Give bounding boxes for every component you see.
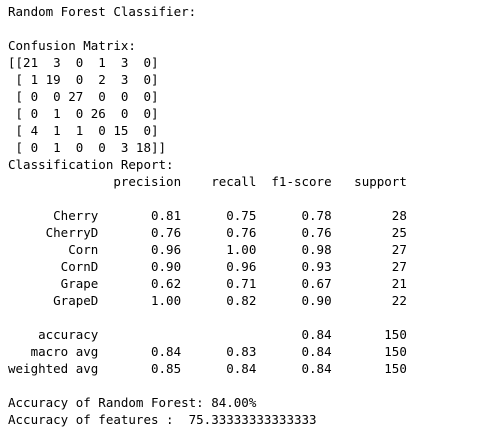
report-header-row: precision recall f1-score support <box>8 174 407 189</box>
report-class-row: Cherry 0.81 0.75 0.78 28 <box>8 208 407 223</box>
confusion-matrix-row: [ 1 19 0 2 3 0] <box>8 72 159 87</box>
confusion-matrix-row: [ 0 0 27 0 0 0] <box>8 89 159 104</box>
output-title: Random Forest Classifier: <box>8 4 197 19</box>
confusion-matrix-row: [ 4 1 1 0 15 0] <box>8 123 159 138</box>
report-weighted-avg-row: weighted avg 0.85 0.84 0.84 150 <box>8 361 407 376</box>
confusion-matrix-row: [[21 3 0 1 3 0] <box>8 55 159 70</box>
report-class-row: CherryD 0.76 0.76 0.76 25 <box>8 225 407 240</box>
confusion-matrix-row: [ 0 1 0 0 3 18]] <box>8 140 167 155</box>
report-class-row: CornD 0.90 0.96 0.93 27 <box>8 259 407 274</box>
report-macro-avg-row: macro avg 0.84 0.83 0.84 150 <box>8 344 407 359</box>
confusion-matrix-row: [ 0 1 0 26 0 0] <box>8 106 159 121</box>
report-class-row: GrapeD 1.00 0.82 0.90 22 <box>8 293 407 308</box>
report-class-row: Corn 0.96 1.00 0.98 27 <box>8 242 407 257</box>
confusion-matrix-heading: Confusion Matrix: <box>8 38 136 53</box>
features-accuracy-line: Accuracy of features : 75.33333333333333 <box>8 412 317 427</box>
notebook-output: Random Forest Classifier: Confusion Matr… <box>0 0 480 428</box>
accuracy-line: Accuracy of Random Forest: 84.00% <box>8 395 257 410</box>
report-accuracy-row: accuracy 0.84 150 <box>8 327 407 342</box>
classification-report-heading: Classification Report: <box>8 157 174 172</box>
report-class-row: Grape 0.62 0.71 0.67 21 <box>8 276 407 291</box>
